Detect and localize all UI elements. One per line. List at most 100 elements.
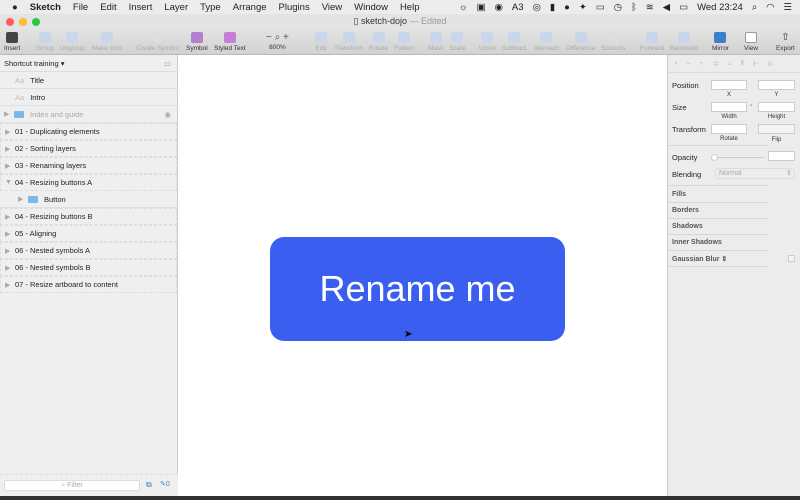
mask-button[interactable]: Mask bbox=[428, 32, 444, 52]
menu-insert[interactable]: Insert bbox=[123, 2, 159, 13]
symbol-button[interactable]: Symbol bbox=[186, 32, 208, 52]
rotate-field[interactable] bbox=[711, 124, 747, 134]
disclosure-triangle-icon[interactable]: ▶ bbox=[5, 128, 15, 136]
menu-window[interactable]: Window bbox=[348, 2, 394, 13]
creative-cloud-icon[interactable]: ◎ bbox=[533, 2, 541, 13]
slices-filter-button[interactable]: ✎0 bbox=[160, 480, 170, 488]
lock-icon[interactable]: ▪ bbox=[750, 103, 752, 109]
apple-icon[interactable]: ● bbox=[0, 2, 24, 13]
align-middle-icon[interactable]: ⊩ bbox=[753, 60, 759, 68]
create-symbol-button[interactable]: Create Symbol bbox=[136, 32, 179, 52]
menu-file[interactable]: File bbox=[67, 2, 94, 13]
rotate-button[interactable]: Rotate bbox=[369, 32, 388, 52]
artboard-row[interactable]: ▶ 02 - Sorting layers bbox=[0, 140, 177, 157]
export-button[interactable]: ⇧ Export bbox=[776, 32, 795, 52]
forward-button[interactable]: Forward bbox=[640, 32, 664, 52]
zoom-control[interactable]: − ⌕ +800% bbox=[266, 32, 289, 51]
status-app-icon[interactable]: ▣ bbox=[477, 2, 486, 13]
ungroup-button[interactable]: Ungroup bbox=[60, 32, 85, 52]
menu-help[interactable]: Help bbox=[394, 2, 426, 13]
artboard-row[interactable]: ▶ 04 - Resizing buttons B bbox=[0, 208, 177, 225]
zoom-icons[interactable]: − ⌕ + bbox=[266, 32, 289, 43]
disclosure-open-icon[interactable]: ▼ bbox=[5, 179, 15, 186]
artboard-row[interactable]: ▶ 05 - Aligning bbox=[0, 225, 177, 242]
disclosure-triangle-icon[interactable]: ▶ bbox=[5, 264, 15, 272]
eye-icon[interactable]: ◉ bbox=[164, 110, 171, 119]
menu-app[interactable]: Sketch bbox=[24, 2, 67, 13]
artboard-row[interactable]: ▶ 01 - Duplicating elements bbox=[0, 123, 177, 140]
align-bottom-icon[interactable]: ⫠ bbox=[728, 60, 732, 68]
intersect-button[interactable]: Intersect bbox=[534, 32, 559, 52]
bluetooth-icon[interactable]: ᛒ bbox=[631, 2, 637, 13]
gaussian-blur-checkbox[interactable] bbox=[788, 255, 795, 262]
disclosure-triangle-icon[interactable]: ▶ bbox=[5, 247, 15, 255]
distribute-h-icon[interactable]: ⫴ bbox=[741, 60, 744, 68]
airplay-icon[interactable]: ▭ bbox=[596, 2, 605, 13]
flip-buttons[interactable] bbox=[758, 124, 795, 134]
layer-intro[interactable]: Aa Intro bbox=[0, 89, 177, 106]
align-hcenter-icon[interactable]: – bbox=[687, 60, 691, 67]
canvas[interactable]: Rename me ➤ bbox=[179, 55, 667, 496]
disclosure-triangle-icon[interactable]: ▶ bbox=[5, 162, 15, 170]
align-top-icon[interactable]: ⫟ bbox=[699, 60, 703, 68]
styled-text-button[interactable]: Styled Text bbox=[214, 32, 246, 52]
layer-index-and-guide[interactable]: ▶ Index and guide ◉ bbox=[0, 106, 177, 123]
rename-me-button-layer[interactable]: Rename me bbox=[270, 237, 565, 341]
flatten-button[interactable]: Flatten bbox=[394, 32, 414, 52]
insert-button[interactable]: Insert bbox=[4, 32, 20, 52]
difference-button[interactable]: Difference bbox=[566, 32, 596, 52]
menu-type[interactable]: Type bbox=[194, 2, 227, 13]
page-selector[interactable]: Shortcut training ▾ ▭ bbox=[0, 55, 177, 72]
backward-button[interactable]: Backward bbox=[670, 32, 699, 52]
view-button[interactable]: View bbox=[744, 32, 758, 52]
battery-icon[interactable]: ▭ bbox=[679, 2, 688, 13]
blending-select[interactable]: Normal ⇕ bbox=[715, 168, 795, 179]
disclosure-triangle-icon[interactable]: ▶ bbox=[4, 110, 14, 118]
edit-button[interactable]: Edit bbox=[315, 32, 327, 52]
fills-section[interactable]: Fills bbox=[672, 191, 686, 198]
time-machine-icon[interactable]: ◷ bbox=[614, 2, 622, 13]
dropbox-icon[interactable]: ✦ bbox=[579, 2, 587, 13]
artboard-row[interactable]: ▶ 06 - Nested symbols A bbox=[0, 242, 177, 259]
align-left-icon[interactable]: ⫞ bbox=[674, 60, 678, 68]
disclosure-triangle-icon[interactable]: ▶ bbox=[5, 230, 15, 238]
height-field[interactable] bbox=[758, 102, 795, 112]
disclosure-triangle-icon[interactable]: ▶ bbox=[5, 145, 15, 153]
adobe-icon[interactable]: A3 bbox=[512, 2, 524, 13]
align-vcenter-icon[interactable]: ≑ bbox=[713, 60, 719, 68]
transform-button[interactable]: Transform bbox=[334, 32, 363, 52]
scale-button[interactable]: Scale bbox=[449, 32, 465, 52]
disclosure-triangle-icon[interactable]: ▶ bbox=[18, 195, 28, 203]
shadows-section[interactable]: Shadows bbox=[672, 223, 703, 230]
opacity-slider-handle[interactable] bbox=[711, 154, 718, 161]
volume-icon[interactable]: ◀ bbox=[663, 2, 670, 13]
gaussian-blur-section[interactable]: Gaussian Blur ⇕ bbox=[672, 255, 727, 263]
notification-center-icon[interactable]: ☰ bbox=[783, 2, 792, 13]
opacity-field[interactable] bbox=[768, 151, 795, 161]
user-icon[interactable]: ◠ bbox=[766, 2, 774, 13]
menu-plugins[interactable]: Plugins bbox=[273, 2, 316, 13]
borders-section[interactable]: Borders bbox=[672, 207, 699, 214]
disclosure-triangle-icon[interactable]: ▶ bbox=[5, 213, 15, 221]
opacity-slider[interactable] bbox=[711, 154, 764, 161]
align-right-icon[interactable]: ⊫ bbox=[768, 60, 774, 68]
make-grid-button[interactable]: Make Grid bbox=[92, 32, 122, 52]
scissors-button[interactable]: Scissors bbox=[601, 32, 626, 52]
record-icon[interactable]: ◉ bbox=[495, 2, 503, 13]
symbols-filter-icon[interactable]: ⧉ bbox=[146, 480, 152, 490]
menu-edit[interactable]: Edit bbox=[94, 2, 122, 13]
group-button[interactable]: Group bbox=[36, 32, 54, 52]
menu-layer[interactable]: Layer bbox=[158, 2, 194, 13]
clock[interactable]: Wed 23:24 bbox=[697, 2, 743, 13]
subtract-button[interactable]: Subtract bbox=[502, 32, 526, 52]
mirror-button[interactable]: Mirror bbox=[712, 32, 729, 52]
layer-button-group[interactable]: ▶ Button bbox=[0, 191, 177, 208]
artboard-row-expanded[interactable]: ▼ 04 - Resizing buttons A bbox=[0, 174, 177, 191]
bookmark-icon[interactable]: ▮ bbox=[550, 2, 555, 13]
collapse-pages-icon[interactable]: ▭ bbox=[164, 59, 171, 68]
sync-icon[interactable]: ● bbox=[564, 2, 570, 13]
spotlight-icon[interactable]: ⌕ bbox=[752, 2, 757, 13]
filter-input[interactable]: ⌕ Filter bbox=[4, 480, 140, 491]
disclosure-triangle-icon[interactable]: ▶ bbox=[5, 281, 15, 289]
artboard-row[interactable]: ▶ 06 - Nested symbols B bbox=[0, 259, 177, 276]
